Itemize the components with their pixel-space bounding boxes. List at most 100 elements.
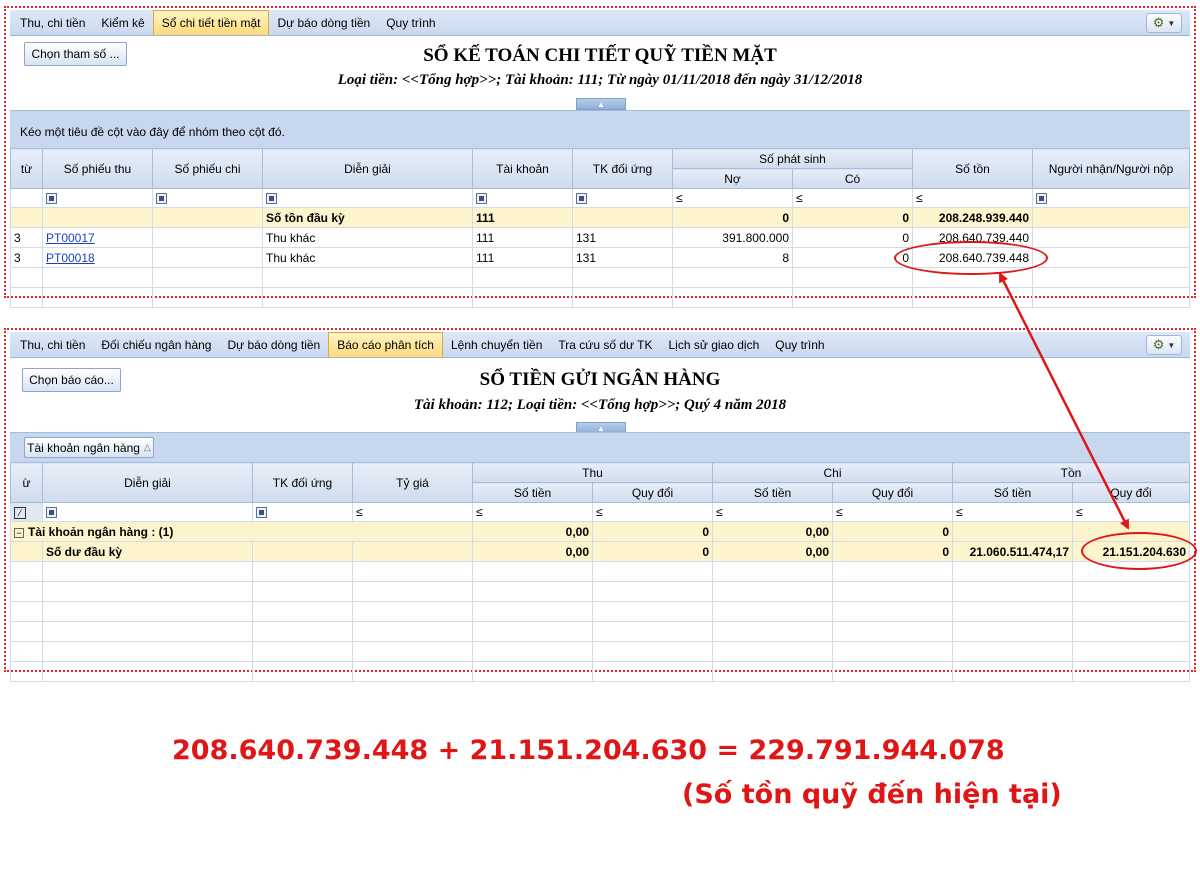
- filter-cell[interactable]: ≤: [792, 188, 913, 208]
- col-header-rate[interactable]: Tỷ giá: [352, 462, 473, 503]
- chevron-down-icon: ▼: [1167, 340, 1176, 350]
- filter-cell[interactable]: ≤: [1072, 502, 1190, 522]
- report-subtitle: Loại tiền: <<Tổng hợp>>; Tài khoản: 111;…: [337, 72, 863, 88]
- empty-row: [10, 581, 1190, 602]
- filter-cell[interactable]: ≤: [912, 188, 1033, 208]
- col-header-balance[interactable]: Số tồn: [912, 148, 1033, 189]
- cell: 3: [10, 227, 43, 248]
- receipt-link[interactable]: PT00017: [42, 227, 153, 248]
- filter-cell[interactable]: ≤: [672, 188, 793, 208]
- filter-cell[interactable]: [10, 188, 43, 208]
- tab-tra-cuu-so-du[interactable]: Tra cứu số dư TK: [550, 332, 660, 357]
- col-header-in-converted[interactable]: Quy đổi: [592, 482, 713, 503]
- edit-filter-icon: ⁄: [14, 507, 26, 519]
- tab-du-bao-dong-tien[interactable]: Dự báo dòng tiền: [269, 10, 378, 35]
- settings-menu-button[interactable]: ⚙ ▼: [1146, 335, 1182, 355]
- col-header-debit[interactable]: Nợ: [672, 168, 793, 189]
- group-row-label: Tài khoản ngân hàng : (1): [28, 524, 174, 539]
- cell: 0,00: [712, 521, 833, 542]
- filter-cell[interactable]: [252, 502, 353, 522]
- filter-icon: [576, 193, 587, 205]
- col-header-out-converted[interactable]: Quy đổi: [831, 482, 954, 503]
- empty-row: [10, 601, 1190, 622]
- col-header-in: Thu: [472, 462, 713, 483]
- tab-lenh-chuyen-tien[interactable]: Lệnh chuyển tiền: [443, 332, 550, 357]
- filter-cell[interactable]: ≤: [952, 502, 1074, 522]
- col-header-bal-amount[interactable]: Số tiền: [952, 482, 1074, 503]
- cell: Thu khác: [262, 227, 473, 248]
- group-by-area[interactable]: Tài khoản ngân hàng △: [10, 432, 1190, 464]
- filter-cell[interactable]: [472, 188, 573, 208]
- col-header-description[interactable]: Diễn giải: [42, 462, 253, 503]
- opening-debit: 0: [672, 207, 793, 228]
- settings-menu-button[interactable]: ⚙ ▼: [1146, 13, 1182, 33]
- col-header-person[interactable]: Người nhận/Người nộp: [1032, 148, 1190, 189]
- filter-cell[interactable]: [152, 188, 263, 208]
- filter-icon: [266, 193, 277, 205]
- col-header-receipt-no[interactable]: Số phiếu thu: [42, 148, 153, 189]
- filter-cell[interactable]: ≤: [831, 502, 954, 522]
- tab-du-bao-dong-tien[interactable]: Dự báo dòng tiền: [219, 332, 328, 357]
- filter-cell[interactable]: [572, 188, 673, 208]
- receipt-link-text[interactable]: PT00018: [46, 251, 95, 265]
- highlight-ellipse-bank-balance: [1081, 532, 1197, 570]
- cell: 0: [831, 521, 954, 542]
- opening-balance-row[interactable]: Số dư đầu kỳ 0,00 0 0,00 0 21.060.511.47…: [10, 541, 1190, 562]
- cell: 0: [831, 541, 954, 562]
- tab-quy-trinh[interactable]: Quy trình: [767, 332, 832, 357]
- tab-bao-cao-phan-tich[interactable]: Báo cáo phân tích: [328, 332, 443, 357]
- opening-balance: 208.248.939.440: [912, 207, 1033, 228]
- bottom-tab-bar: Thu, chi tiền Đối chiếu ngân hàng Dự báo…: [10, 332, 1190, 358]
- tab-thu-chi-tien[interactable]: Thu, chi tiền: [12, 10, 93, 35]
- col-header-payment-no[interactable]: Số phiếu chi: [152, 148, 263, 189]
- filter-cell[interactable]: ≤: [712, 502, 833, 522]
- group-by-area[interactable]: Kéo một tiêu đề cột vào đây để nhóm theo…: [10, 110, 1190, 150]
- col-header-0[interactable]: từ: [10, 148, 43, 189]
- col-header-credit[interactable]: Có: [792, 168, 913, 189]
- col-header-description[interactable]: Diễn giải: [262, 148, 473, 189]
- filter-icon: [476, 193, 487, 205]
- tab-quy-trinh[interactable]: Quy trình: [378, 10, 443, 35]
- tab-kiem-ke[interactable]: Kiểm kê: [93, 10, 152, 35]
- col-header-0[interactable]: ừ: [10, 462, 43, 503]
- report-title: SỔ TIỀN GỬI NGÂN HÀNG: [479, 369, 721, 390]
- filter-icon: [256, 507, 267, 519]
- col-header-bal-converted[interactable]: Quy đổi: [1072, 482, 1190, 503]
- cell: 0: [592, 541, 713, 562]
- cell: Thu khác: [262, 247, 473, 268]
- opening-credit: 0: [792, 207, 913, 228]
- filter-cell[interactable]: ≤: [592, 502, 713, 522]
- filter-cell[interactable]: [262, 188, 473, 208]
- col-header-out-amount[interactable]: Số tiền: [712, 482, 833, 503]
- empty-row: [10, 621, 1190, 642]
- opening-balance-row[interactable]: Số tồn đầu kỳ 111 0 0 208.248.939.440: [10, 207, 1190, 228]
- col-header-counter-account[interactable]: TK đối ứng: [252, 462, 353, 503]
- cell: 131: [572, 247, 673, 268]
- collapse-icon[interactable]: −: [14, 527, 24, 538]
- filter-cell[interactable]: ≤: [352, 502, 473, 522]
- empty-row: [10, 561, 1190, 582]
- filter-clear-cell[interactable]: ⁄: [10, 502, 43, 522]
- filter-cell[interactable]: ≤: [472, 502, 593, 522]
- collapse-header-button[interactable]: ▲: [576, 98, 626, 110]
- tab-so-chi-tiet-tien-mat[interactable]: Sổ chi tiết tiền mặt: [152, 10, 270, 35]
- col-header-account[interactable]: Tài khoản: [472, 148, 573, 189]
- group-chip-bank-account[interactable]: Tài khoản ngân hàng △: [24, 437, 154, 458]
- filter-cell[interactable]: [42, 502, 253, 522]
- empty-row: [10, 641, 1190, 662]
- opening-balance-amount: 21.060.511.474,17: [952, 541, 1074, 562]
- group-row[interactable]: − Tài khoản ngân hàng : (1) 0,00 0 0,00 0: [10, 521, 1190, 542]
- cell: 111: [472, 227, 573, 248]
- receipt-link[interactable]: PT00018: [42, 247, 153, 268]
- cell: 0,00: [712, 541, 833, 562]
- col-header-in-amount[interactable]: Số tiền: [472, 482, 593, 503]
- filter-cell[interactable]: [1032, 188, 1190, 208]
- tab-doi-chieu-ngan-hang[interactable]: Đối chiếu ngân hàng: [93, 332, 219, 357]
- cell: 0: [592, 521, 713, 542]
- filter-cell[interactable]: [42, 188, 153, 208]
- col-header-out: Chi: [711, 462, 954, 483]
- tab-lich-su-giao-dich[interactable]: Lịch sử giao dịch: [661, 332, 768, 357]
- receipt-link-text[interactable]: PT00017: [46, 231, 95, 245]
- tab-thu-chi-tien[interactable]: Thu, chi tiền: [12, 332, 93, 357]
- col-header-counter-account[interactable]: TK đối ứng: [572, 148, 673, 189]
